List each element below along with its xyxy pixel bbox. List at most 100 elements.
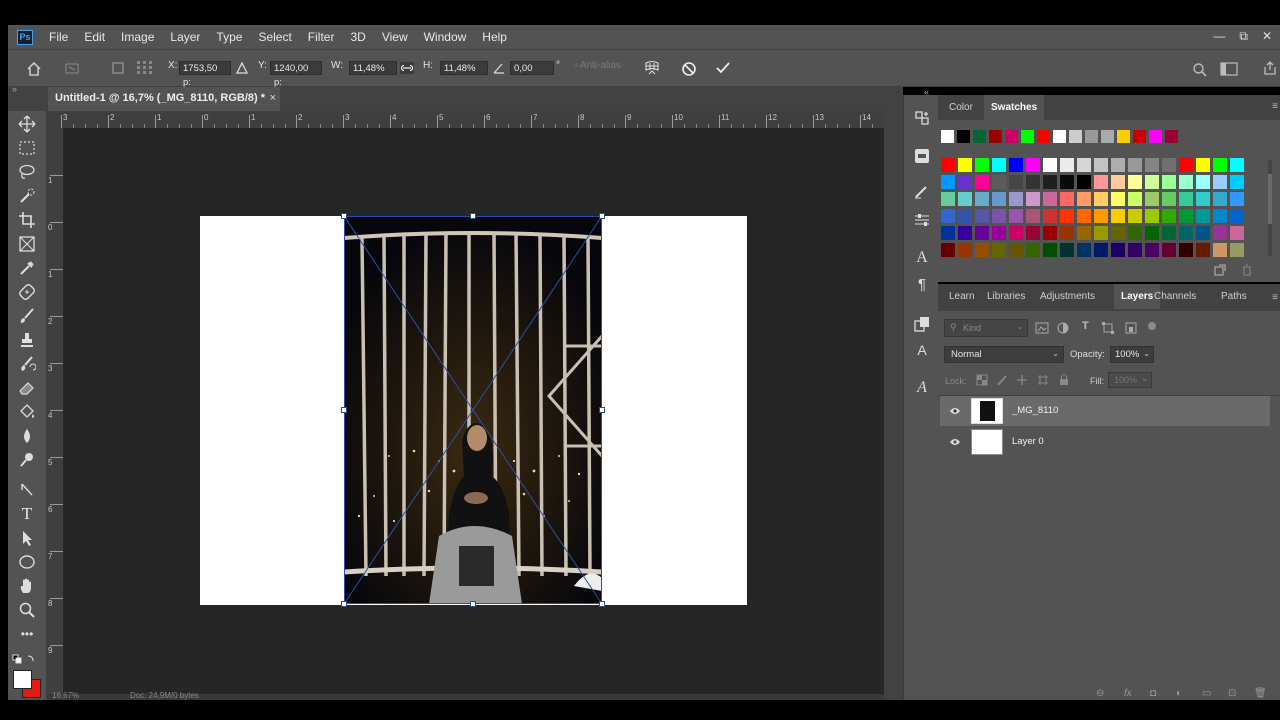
swatch[interactable] [973, 130, 986, 143]
swatch[interactable] [1053, 130, 1066, 143]
swatch[interactable] [1111, 226, 1125, 240]
swatch[interactable] [1085, 130, 1098, 143]
swatch[interactable] [1213, 192, 1227, 206]
swatch[interactable] [1021, 130, 1034, 143]
paint-bucket-tool-icon[interactable] [18, 403, 36, 421]
character-styles-panel-icon[interactable]: A [913, 341, 931, 359]
swatch[interactable] [1094, 192, 1108, 206]
swatch[interactable] [1230, 226, 1244, 240]
new-adjustment-layer-icon[interactable]: ◐ [1176, 688, 1182, 699]
swatch[interactable] [1060, 243, 1074, 257]
swatch[interactable] [958, 175, 972, 189]
swatch[interactable] [1111, 158, 1125, 172]
share-icon[interactable] [1262, 60, 1278, 76]
warp-icon[interactable] [644, 60, 660, 76]
swatch[interactable] [1009, 226, 1023, 240]
swatch[interactable] [1077, 158, 1091, 172]
quick-selection-tool-icon[interactable] [18, 187, 36, 205]
swatch[interactable] [1196, 226, 1210, 240]
eyedropper-tool-icon[interactable] [18, 259, 36, 277]
menu-file[interactable]: File [49, 30, 68, 44]
swatch[interactable] [1179, 158, 1193, 172]
brush-settings-panel-icon[interactable] [913, 183, 931, 201]
swatch[interactable] [1162, 175, 1176, 189]
pen-tool-icon[interactable] [18, 481, 36, 499]
swatch[interactable] [1196, 175, 1210, 189]
workspace-icon[interactable] [1220, 62, 1238, 76]
document-tab-close-button[interactable]: × [270, 87, 276, 109]
swatch[interactable] [989, 130, 1002, 143]
swatch[interactable] [1117, 130, 1130, 143]
cancel-transform-icon[interactable] [681, 61, 697, 77]
layer-name[interactable]: _MG_8110 [1012, 405, 1058, 416]
tab-paths[interactable]: Paths [1214, 284, 1254, 309]
reference-point-toggle-icon[interactable] [112, 62, 124, 74]
swatch[interactable] [1111, 175, 1125, 189]
blend-mode-select[interactable]: Normal ⌄ [944, 346, 1064, 363]
zoom-tool-icon[interactable] [18, 601, 36, 619]
swatch[interactable] [1009, 175, 1023, 189]
swatch[interactable] [1230, 243, 1244, 257]
paragraph-panel-icon[interactable]: ¶ [913, 275, 931, 293]
swatch[interactable] [1043, 243, 1057, 257]
swatch[interactable] [1077, 175, 1091, 189]
swatch[interactable] [975, 243, 989, 257]
swatch[interactable] [1060, 192, 1074, 206]
delete-layer-icon[interactable]: 🗑 [1254, 688, 1267, 699]
swatch[interactable] [1128, 175, 1142, 189]
zoom-level[interactable]: 16,67% [52, 691, 79, 700]
swatch[interactable] [1060, 209, 1074, 223]
anti-alias-checkbox[interactable]: ▫ Anti-alias [574, 60, 621, 71]
swatch[interactable] [1128, 243, 1142, 257]
commit-transform-icon[interactable] [715, 61, 731, 75]
swatch[interactable] [1145, 175, 1159, 189]
layers-panel-menu-icon[interactable]: ≡ [1272, 292, 1278, 303]
new-swatch-icon[interactable] [1214, 264, 1226, 276]
swatch[interactable] [1213, 209, 1227, 223]
filter-pixel-icon[interactable] [1035, 322, 1049, 334]
layer-row-mg-8110[interactable]: _MG_8110 [940, 396, 1270, 426]
swatch[interactable] [941, 158, 955, 172]
minimize-button[interactable]: — [1213, 29, 1225, 44]
swatch[interactable] [975, 158, 989, 172]
foreground-color-swatch[interactable] [13, 670, 32, 689]
swatch[interactable] [1043, 158, 1057, 172]
fill-field[interactable]: 100% ⌄ [1108, 372, 1152, 388]
swatch[interactable] [1111, 192, 1125, 206]
swatch[interactable] [975, 175, 989, 189]
swatch[interactable] [1005, 130, 1018, 143]
swatch[interactable] [941, 192, 955, 206]
glyphs-panel-icon[interactable]: A [913, 379, 931, 397]
swatch[interactable] [1145, 192, 1159, 206]
width-field[interactable]: 11,48% [349, 61, 397, 75]
transform-handle-bottom-left[interactable] [341, 601, 347, 607]
swatch[interactable] [1145, 226, 1159, 240]
link-icon[interactable] [400, 62, 414, 74]
swatch[interactable] [1128, 192, 1142, 206]
tab-learn[interactable]: Learn [942, 284, 982, 309]
swatch[interactable] [1162, 158, 1176, 172]
collapse-panels-icon[interactable]: « [924, 87, 929, 97]
lock-all-icon[interactable] [1058, 373, 1070, 386]
swatch[interactable] [1094, 243, 1108, 257]
swatch[interactable] [958, 192, 972, 206]
swatch[interactable] [1111, 243, 1125, 257]
layer-row-layer-0[interactable]: Layer 0 [940, 427, 1270, 457]
filter-shape-icon[interactable] [1102, 322, 1114, 334]
swatch[interactable] [1179, 209, 1193, 223]
search-icon[interactable] [1192, 62, 1208, 78]
document-tab[interactable]: Untitled-1 @ 16,7% (_MG_8110, RGB/8) * × [48, 87, 280, 111]
swatch[interactable] [1230, 158, 1244, 172]
x-field[interactable]: 1753,50 p: [179, 61, 231, 88]
brush-tool-icon[interactable] [18, 307, 36, 325]
more-tools-icon[interactable]: ••• [18, 625, 36, 643]
swatch[interactable] [992, 158, 1006, 172]
swatch[interactable] [958, 209, 972, 223]
swatch[interactable] [992, 226, 1006, 240]
swatch[interactable] [1009, 243, 1023, 257]
clone-stamp-tool-icon[interactable] [18, 331, 36, 349]
layer-filter-kind[interactable]: ⚲ Kind ⌄ [944, 319, 1028, 337]
swatch[interactable] [1230, 192, 1244, 206]
swatch[interactable] [1094, 175, 1108, 189]
swatch[interactable] [1037, 130, 1050, 143]
